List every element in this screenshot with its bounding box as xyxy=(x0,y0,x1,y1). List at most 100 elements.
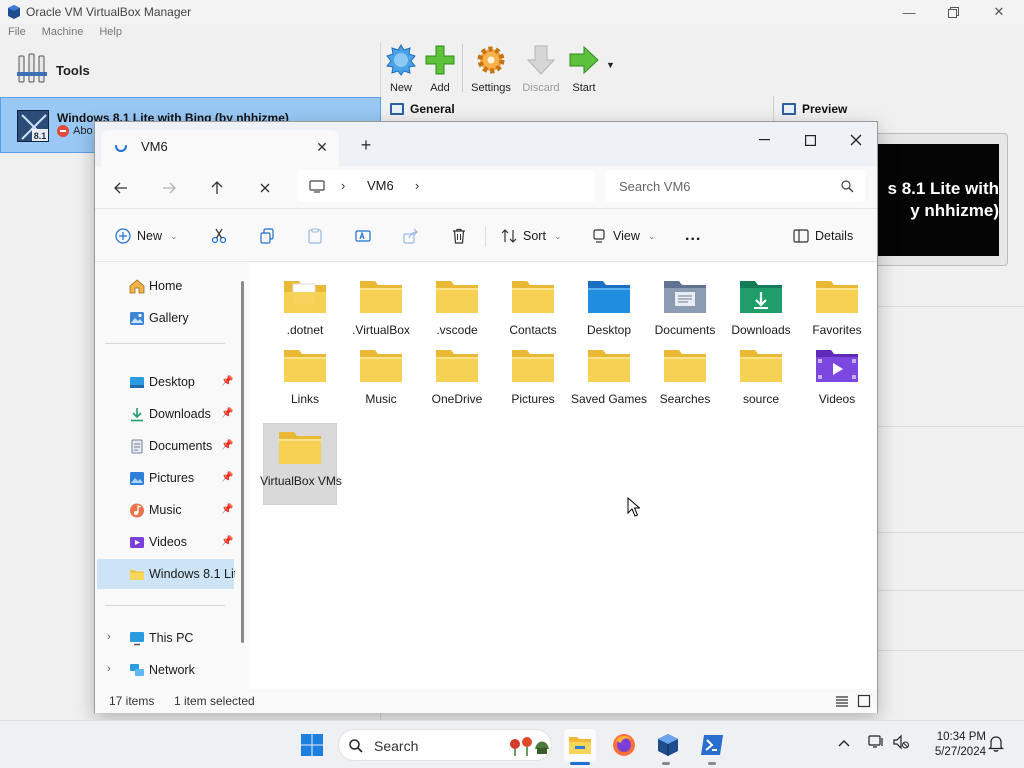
folder-item-source[interactable]: source xyxy=(725,342,797,408)
nav-item-documents[interactable]: Documents 📌 xyxy=(97,431,234,461)
notification-bell-icon[interactable] xyxy=(988,735,1004,755)
menu-help[interactable]: Help xyxy=(91,24,130,42)
system-clock[interactable]: 10:34 PM 5/27/2024 xyxy=(920,730,986,760)
music-icon xyxy=(130,503,144,518)
restore-button[interactable] xyxy=(930,2,976,22)
tab-label: VM6 xyxy=(141,139,168,154)
volume-muted-icon[interactable] xyxy=(893,734,909,753)
folder-item-pictures[interactable]: Pictures xyxy=(497,342,569,408)
nav-item-pictures[interactable]: Pictures 📌 xyxy=(97,463,234,493)
breadcrumb-chevron-icon[interactable]: › xyxy=(415,178,419,193)
folder-label: Music xyxy=(365,392,397,406)
tab-close-icon[interactable]: ✕ xyxy=(313,138,331,156)
tiles-view-icon[interactable] xyxy=(857,694,871,708)
nav-item-music[interactable]: Music 📌 xyxy=(97,495,234,525)
desktop-icon xyxy=(587,279,631,315)
folder-item-virtualbox-vms[interactable]: VirtualBox VMs xyxy=(260,423,342,505)
general-section-header: General xyxy=(390,98,455,120)
folder-label: Saved Games xyxy=(570,392,648,406)
folder-item-virtualbox[interactable]: .VirtualBox xyxy=(345,273,417,339)
search-highlight-illustration xyxy=(510,737,549,756)
delete-button[interactable] xyxy=(451,209,467,263)
nav-item-downloads[interactable]: Downloads 📌 xyxy=(97,399,234,429)
forward-button[interactable] xyxy=(153,174,185,202)
tools-label: Tools xyxy=(56,63,90,78)
folder-item-downloads[interactable]: Downloads xyxy=(725,273,797,339)
folder-item-music[interactable]: Music xyxy=(345,342,417,408)
folder-label: OneDrive xyxy=(431,392,483,406)
tab-vm6[interactable]: VM6 ✕ xyxy=(101,130,339,166)
details-view-icon[interactable] xyxy=(835,694,849,708)
back-button[interactable] xyxy=(105,174,137,202)
minimize-button[interactable]: — xyxy=(886,2,932,22)
folder-item-contacts[interactable]: Contacts xyxy=(497,273,569,339)
cut-button[interactable] xyxy=(211,209,227,263)
taskbar-virtualbox[interactable] xyxy=(652,729,684,761)
close-button[interactable]: ✕ xyxy=(976,2,1022,22)
explorer-maximize-button[interactable] xyxy=(787,126,833,154)
breadcrumb-vm6[interactable]: VM6 xyxy=(367,178,394,193)
folder-label: Links xyxy=(290,392,319,406)
details-pane-button[interactable]: Details xyxy=(793,209,853,263)
nav-item-videos[interactable]: Videos 📌 xyxy=(97,527,234,557)
folder-item-dotnet[interactable]: .dotnet xyxy=(269,273,341,339)
folder-item-videos[interactable]: Videos xyxy=(801,342,873,408)
discard-arrow-icon xyxy=(526,45,556,75)
start-button[interactable]: Start xyxy=(559,44,609,96)
folder-item-links[interactable]: Links xyxy=(269,342,341,408)
address-bar[interactable]: › VM6 › xyxy=(297,170,595,202)
taskbar-file-explorer[interactable] xyxy=(564,729,596,761)
nav-item-this-pc[interactable]: › This PC xyxy=(97,623,234,653)
mouse-cursor-icon xyxy=(627,497,640,517)
folder-item-favorites[interactable]: Favorites xyxy=(801,273,873,339)
taskbar-firefox[interactable] xyxy=(608,729,640,761)
settings-button[interactable]: Settings xyxy=(466,44,516,96)
show-hidden-icons-chevron-icon[interactable] xyxy=(838,735,850,750)
nav-item-desktop[interactable]: Desktop 📌 xyxy=(97,367,234,397)
view-button[interactable]: View ⌄ xyxy=(591,209,655,263)
expand-chevron-icon[interactable]: › xyxy=(107,663,111,675)
up-button[interactable] xyxy=(201,174,233,202)
virtualbox-titlebar: Oracle VM VirtualBox Manager — ✕ xyxy=(0,0,1024,24)
share-button[interactable] xyxy=(403,209,419,263)
folder-item-onedrive[interactable]: OneDrive xyxy=(421,342,493,408)
nav-item-home[interactable]: Home xyxy=(97,271,234,301)
start-dropdown-icon[interactable]: ▼ xyxy=(606,60,615,70)
menu-file[interactable]: File xyxy=(0,24,34,42)
more-options-button[interactable]: ... xyxy=(685,209,701,263)
back-arrow-icon xyxy=(114,182,127,194)
taskbar-search-box[interactable]: Search xyxy=(338,729,552,761)
breadcrumb-chevron-icon[interactable]: › xyxy=(341,178,345,193)
network-status-icon[interactable] xyxy=(868,734,884,753)
expand-chevron-icon[interactable]: › xyxy=(107,631,111,643)
explorer-minimize-button[interactable] xyxy=(741,126,787,154)
rename-button[interactable] xyxy=(355,209,371,263)
explorer-close-button[interactable] xyxy=(833,126,879,154)
start-menu-button[interactable] xyxy=(296,729,328,761)
nav-item-network[interactable]: › Network xyxy=(97,655,234,685)
search-box[interactable]: Search VM6 xyxy=(605,170,865,202)
desktop-icon xyxy=(130,377,144,388)
folder-item-documents[interactable]: Documents xyxy=(649,273,721,339)
add-vm-button[interactable]: Add xyxy=(415,44,465,96)
menu-machine[interactable]: Machine xyxy=(34,24,92,42)
sort-button[interactable]: Sort ⌄ xyxy=(501,209,561,263)
paste-button[interactable] xyxy=(307,209,323,263)
nav-item-gallery[interactable]: Gallery xyxy=(97,303,234,333)
windows-logo-icon: 8.1 xyxy=(21,114,48,141)
taskbar-powershell[interactable] xyxy=(696,729,728,761)
folder-icon xyxy=(130,570,144,580)
folder-item-desktop[interactable]: Desktop xyxy=(573,273,645,339)
nav-scrollbar[interactable] xyxy=(241,281,244,643)
new-tab-button[interactable]: + xyxy=(355,134,377,156)
folder-item-searches[interactable]: Searches xyxy=(649,342,721,408)
command-separator xyxy=(485,227,486,247)
folder-item-vscode[interactable]: .vscode xyxy=(421,273,493,339)
folder-item-saved-games[interactable]: Saved Games xyxy=(571,342,647,408)
copy-button[interactable] xyxy=(259,209,275,263)
tools-item[interactable]: Tools xyxy=(0,42,381,96)
nav-item-vm-folder[interactable]: Windows 8.1 Lite xyxy=(97,559,235,589)
stop-loading-button[interactable] xyxy=(249,174,281,202)
folder-label: .vscode xyxy=(436,323,478,337)
new-item-button[interactable]: New ⌄ xyxy=(115,209,178,263)
